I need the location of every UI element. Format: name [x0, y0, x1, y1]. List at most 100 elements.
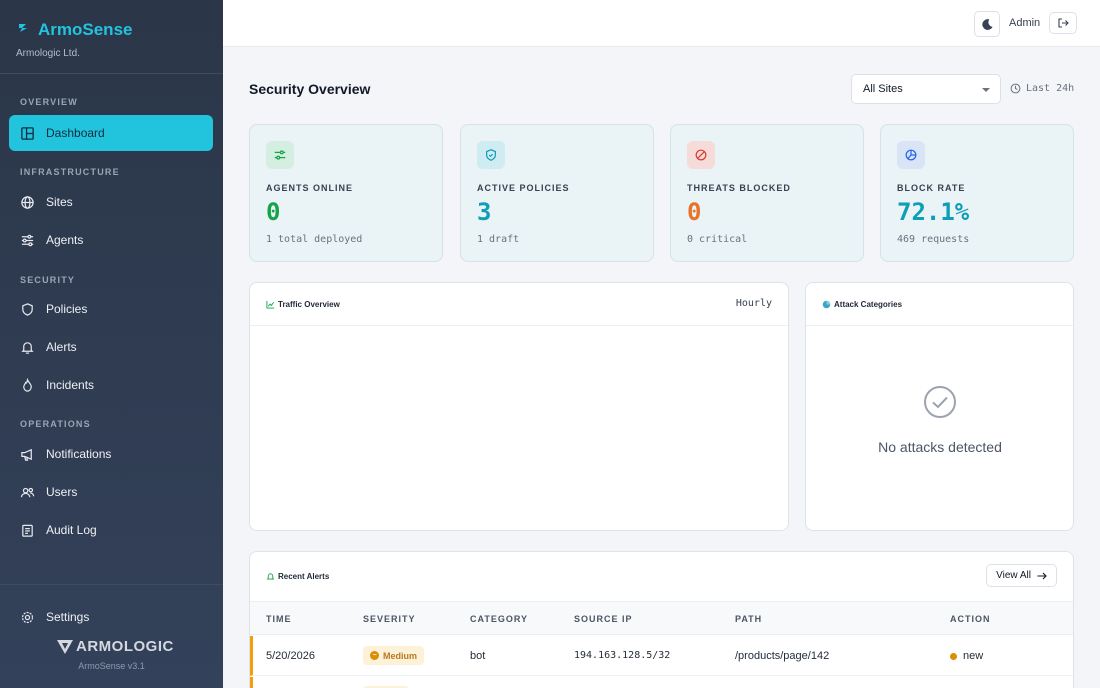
- sidebar-item-label: Sites: [46, 195, 73, 209]
- shield-icon: [22, 302, 33, 316]
- sidebar: ArmoSense Armologic Ltd. OVERVIEW Dashbo…: [0, 0, 223, 688]
- sidebar-item-label: Incidents: [46, 378, 95, 392]
- column-header-severity[interactable]: SEVERITY: [363, 614, 416, 624]
- logout-button[interactable]: [1049, 12, 1077, 34]
- stat-sub: 1 draft: [477, 234, 520, 245]
- sliders-icon: [21, 234, 34, 246]
- topbar: Admin: [223, 0, 1100, 47]
- bell-icon: [266, 573, 275, 580]
- site-select[interactable]: All Sites: [851, 74, 1001, 104]
- stat-label: AGENTS ONLINE: [266, 183, 354, 193]
- sidebar-item-notifications[interactable]: Notifications: [9, 436, 213, 472]
- stat-sub: 469 requests: [897, 234, 970, 245]
- sidebar-item-alerts[interactable]: Alerts: [9, 329, 213, 365]
- site-select-value: All Sites: [863, 83, 903, 95]
- sidebar-item-policies[interactable]: Policies: [9, 291, 213, 327]
- stat-card-threats: THREATS BLOCKED 0 0 critical: [670, 124, 864, 262]
- stat-value: 0: [687, 198, 702, 226]
- alert-path: /products/page/142: [735, 650, 830, 662]
- pie-chart-icon: [897, 141, 925, 169]
- brand-org: Armologic Ltd.: [16, 48, 80, 59]
- column-header-action[interactable]: ACTION: [950, 614, 991, 624]
- moon-icon: [981, 18, 993, 30]
- brand-logo-icon: [16, 21, 30, 40]
- table-header: TIME SEVERITY CATEGORY SOURCE IP PATH AC…: [250, 601, 1073, 635]
- stat-label: BLOCK RATE: [897, 183, 966, 193]
- check-circle-icon: [923, 385, 957, 424]
- gear-icon: [21, 611, 34, 623]
- sidebar-item-label: Users: [46, 485, 78, 499]
- stat-value: 72.1%: [897, 198, 970, 226]
- sidebar-item-audit-log[interactable]: Audit Log: [9, 512, 213, 548]
- sidebar-item-sites[interactable]: Sites: [9, 184, 213, 220]
- agents-icon: [266, 141, 294, 169]
- recent-alerts-panel: Recent Alerts View All TIME SEVERITY CAT…: [249, 551, 1074, 688]
- nav-section-operations: OPERATIONS: [20, 419, 91, 429]
- brand: ArmoSense Armologic Ltd.: [0, 0, 223, 74]
- panel-title: Attack Categories: [834, 299, 903, 309]
- alert-time: 5/20/2026: [266, 650, 315, 662]
- sidebar-item-dashboard[interactable]: Dashboard: [9, 115, 213, 151]
- severity-badge: − Medium: [363, 646, 425, 665]
- clipboard-icon: [22, 524, 33, 537]
- user-name[interactable]: Admin: [1009, 17, 1040, 29]
- nav-section-overview: OVERVIEW: [20, 97, 78, 107]
- globe-icon: [21, 195, 34, 209]
- stat-card-agents: AGENTS ONLINE 0 1 total deployed: [249, 124, 443, 262]
- armologic-logo-icon: [57, 639, 73, 654]
- sidebar-item-settings[interactable]: Settings: [9, 599, 213, 635]
- attack-categories-panel: Attack Categories No attacks detected: [805, 282, 1074, 531]
- column-header-source-ip[interactable]: SOURCE IP: [574, 614, 633, 624]
- interval-label[interactable]: Hourly: [736, 298, 772, 309]
- stat-value: 3: [477, 198, 492, 226]
- logout-icon: [1058, 18, 1069, 28]
- stat-card-block-rate: BLOCK RATE 72.1% 469 requests: [880, 124, 1074, 262]
- stat-value: 0: [266, 198, 281, 226]
- users-icon: [20, 487, 35, 497]
- megaphone-icon: [21, 448, 32, 461]
- sidebar-item-label: Dashboard: [46, 126, 105, 140]
- stat-label: THREATS BLOCKED: [687, 183, 791, 193]
- alert-source-ip: 194.163.128.5/32: [574, 650, 671, 661]
- alert-action: new: [950, 650, 983, 662]
- table-row[interactable]: [250, 677, 1073, 688]
- sidebar-item-label: Alerts: [46, 340, 77, 354]
- pie-icon: [822, 300, 831, 308]
- stat-sub: 0 critical: [687, 234, 748, 245]
- theme-toggle-button[interactable]: [974, 11, 1000, 37]
- app-version: ArmoSense v3.1: [78, 661, 145, 671]
- traffic-overview-panel: Traffic Overview Hourly: [249, 282, 789, 531]
- flame-icon: [23, 377, 32, 392]
- sidebar-item-incidents[interactable]: Incidents: [9, 367, 213, 403]
- stat-label: ACTIVE POLICIES: [477, 183, 570, 193]
- block-icon: [687, 141, 715, 169]
- chevron-down-icon: [982, 88, 990, 92]
- empty-state-text: No attacks detected: [878, 439, 1002, 455]
- alert-category: bot: [470, 650, 486, 662]
- sidebar-item-label: Settings: [46, 610, 90, 624]
- stat-sub: 1 total deployed: [266, 234, 363, 245]
- column-header-time[interactable]: TIME: [266, 614, 292, 624]
- sidebar-item-label: Policies: [46, 302, 88, 316]
- arrow-right-icon: [1037, 572, 1047, 579]
- clock-icon: [1010, 83, 1021, 94]
- panel-title: Traffic Overview: [278, 299, 340, 309]
- time-range: Last 24h: [1010, 83, 1074, 94]
- bell-icon: [21, 341, 34, 354]
- table-row[interactable]: 5/20/2026 − Medium bot 194.163.128.5/32 …: [250, 636, 1073, 676]
- brand-name: ArmoSense: [38, 20, 133, 39]
- warning-dot-icon: −: [370, 651, 379, 660]
- status-dot-icon: [950, 652, 957, 660]
- sidebar-item-label: Audit Log: [46, 523, 97, 537]
- dashboard-icon: [21, 126, 34, 140]
- column-header-path[interactable]: PATH: [735, 614, 762, 624]
- sidebar-item-label: Agents: [46, 233, 84, 247]
- column-header-category[interactable]: CATEGORY: [470, 614, 528, 624]
- view-all-button[interactable]: View All: [986, 564, 1057, 587]
- line-chart-icon: [266, 300, 275, 309]
- sidebar-item-agents[interactable]: Agents: [9, 222, 213, 258]
- shield-icon: [477, 141, 505, 169]
- page-title: Security Overview: [249, 81, 371, 97]
- stat-card-policies: ACTIVE POLICIES 3 1 draft: [460, 124, 654, 262]
- sidebar-item-users[interactable]: Users: [9, 474, 213, 510]
